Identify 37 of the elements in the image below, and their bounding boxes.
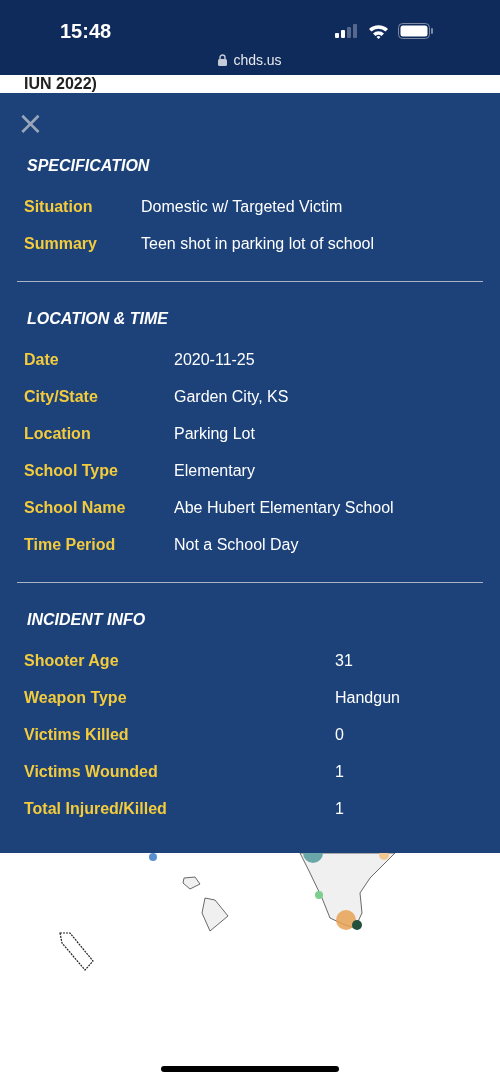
field-value: Handgun — [335, 688, 401, 707]
field-label: Victims Wounded — [24, 762, 159, 781]
field-label: Date — [24, 350, 60, 369]
field-value: 0 — [335, 725, 345, 744]
field-value: 2020-11-25 — [174, 350, 256, 369]
field-label: City/State — [24, 387, 99, 406]
wifi-icon — [368, 23, 389, 39]
field-label: Total Injured/Killed — [24, 799, 168, 818]
section-title: INCIDENT INFO — [26, 611, 147, 629]
field-value: Teen shot in parking lot of school — [141, 234, 376, 253]
field-value: 31 — [335, 651, 354, 670]
section-title: LOCATION & TIME — [26, 310, 170, 328]
field-label: Summary — [24, 234, 98, 253]
field-value: 1 — [335, 762, 345, 781]
lock-icon — [218, 54, 228, 66]
field-label: Shooter Age — [24, 651, 120, 670]
field-value: Not a School Day — [174, 535, 300, 554]
page-heading: IUN 2022) — [24, 76, 97, 92]
field-label: Time Period — [24, 535, 117, 554]
field-value: Parking Lot — [174, 424, 256, 443]
field-label: School Type — [24, 461, 119, 480]
url-text[interactable]: chds.us — [233, 52, 282, 68]
field-label: Situation — [24, 197, 94, 216]
status-time: 15:48 — [60, 19, 112, 43]
field-label: School Name — [24, 498, 127, 517]
field-label: Victims Killed — [24, 725, 130, 744]
field-value: Abe Hubert Elementary School — [174, 498, 395, 517]
field-value: Garden City, KS — [174, 387, 290, 406]
field-value: Elementary — [174, 461, 256, 480]
field-label: Location — [24, 424, 92, 443]
signal-icon — [335, 24, 359, 38]
battery-icon — [398, 23, 434, 39]
field-label: Weapon Type — [24, 688, 128, 707]
field-value: 1 — [335, 799, 345, 818]
section-title: SPECIFICATION — [26, 157, 151, 175]
field-value: Domestic w/ Targeted Victim — [141, 197, 344, 216]
close-button[interactable]: × — [17, 109, 44, 137]
